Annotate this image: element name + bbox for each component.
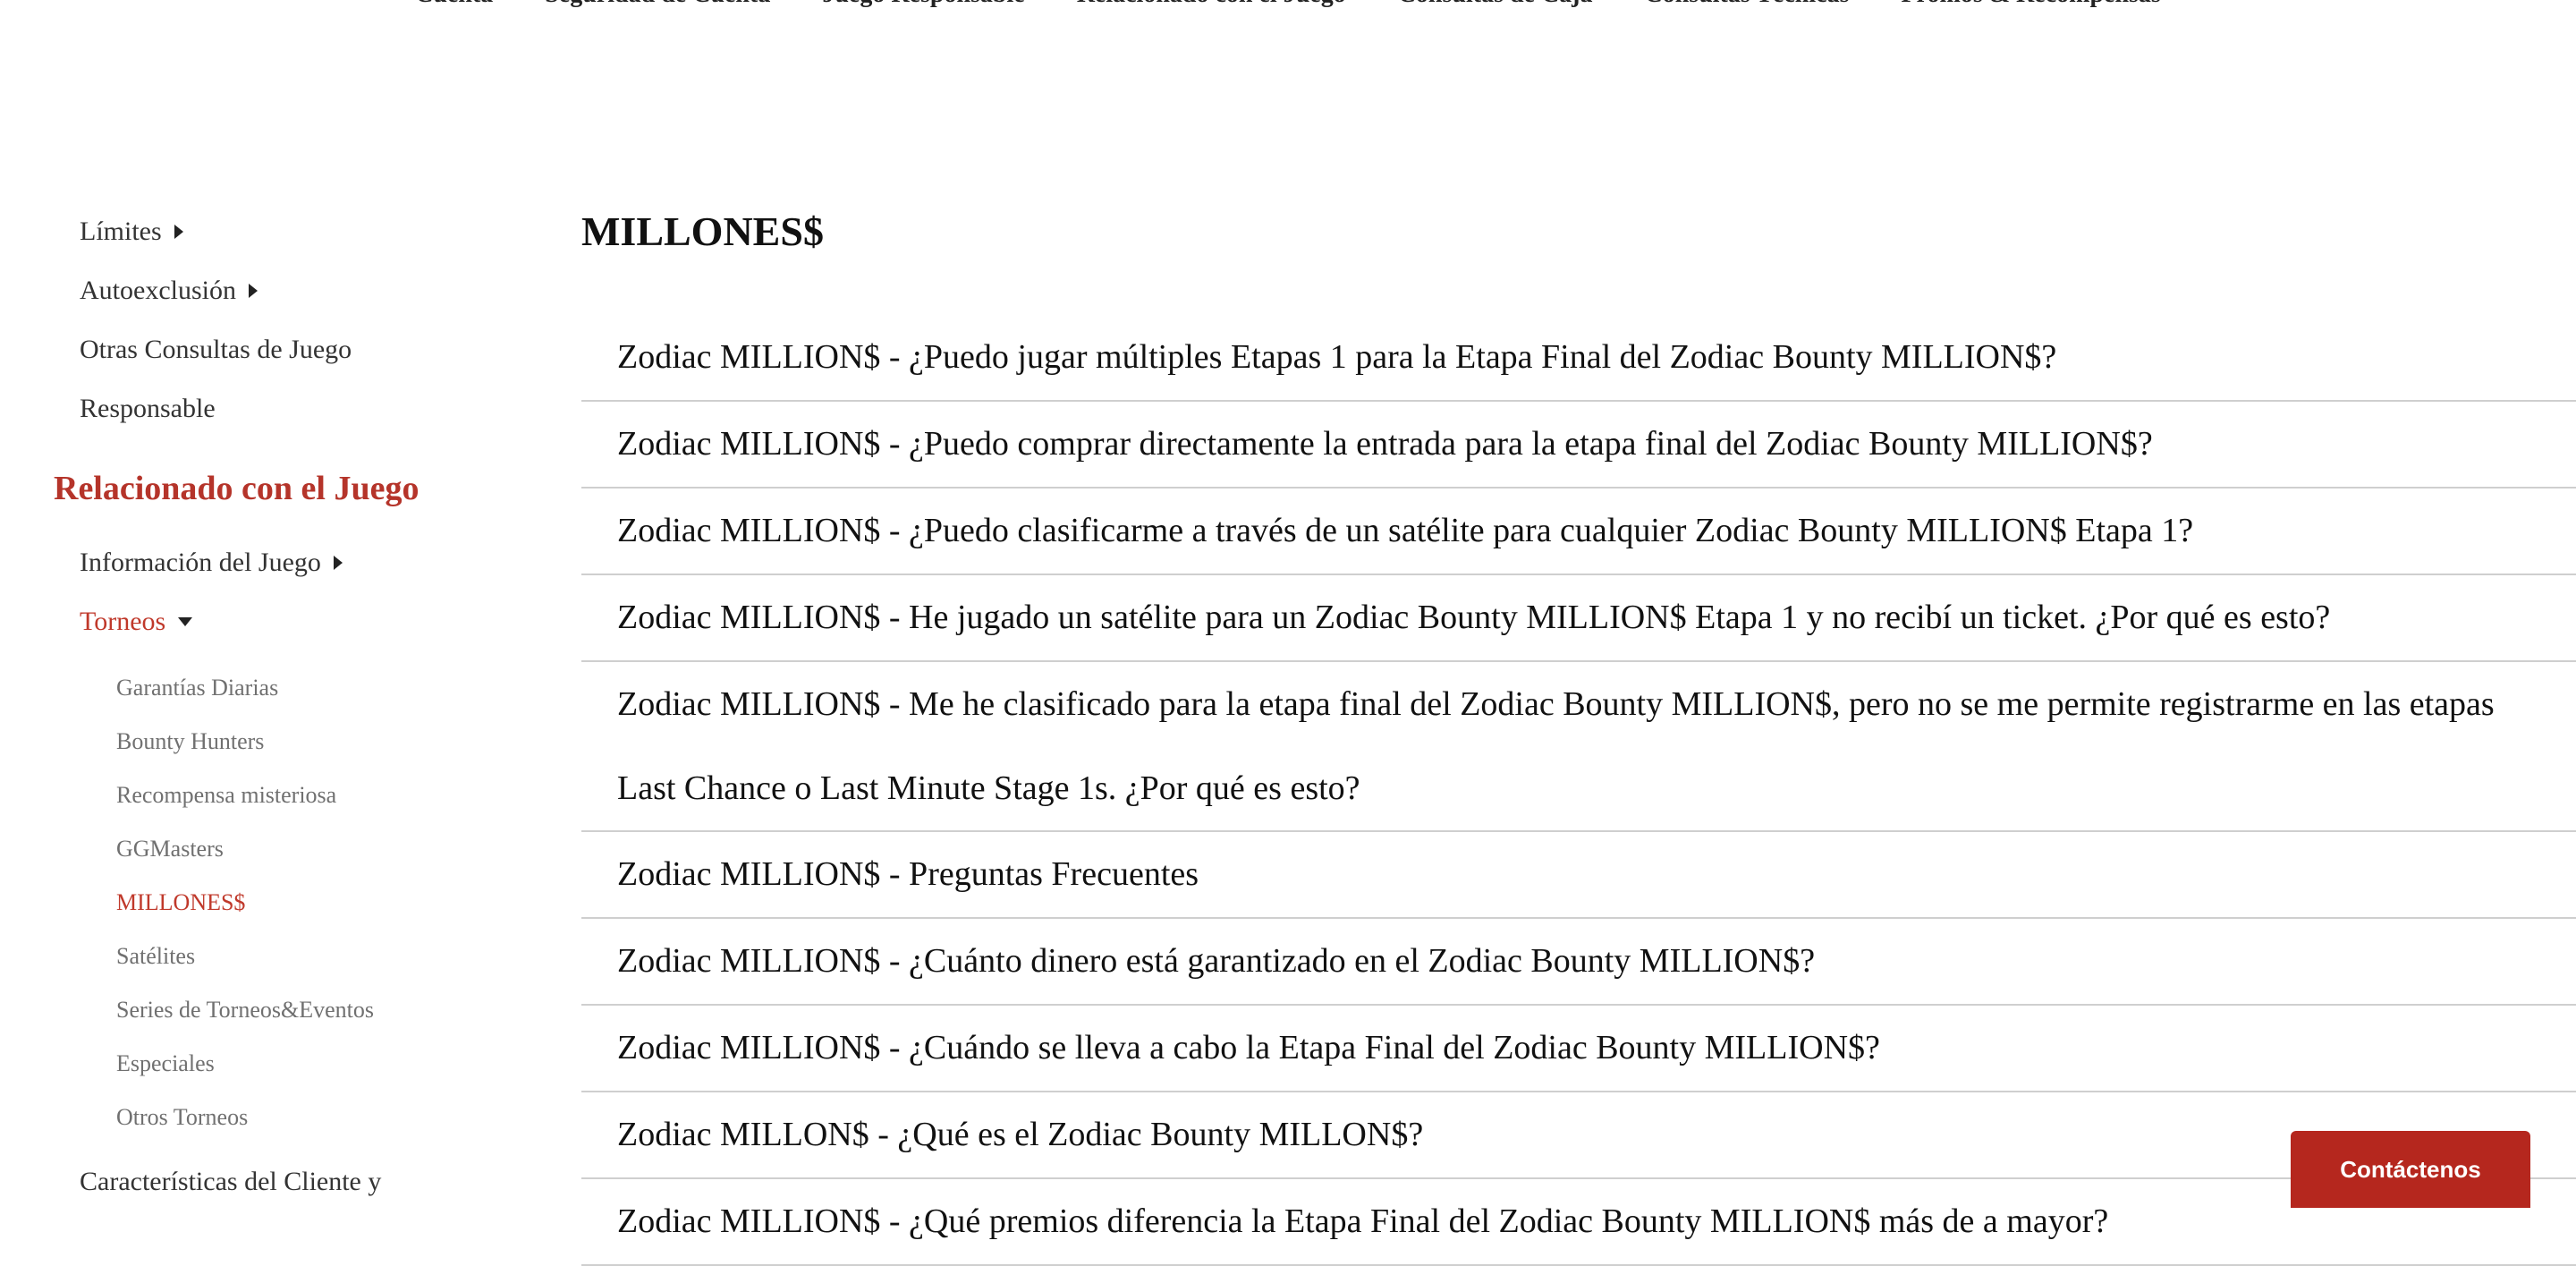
- sidebar-item-label: Límites: [80, 217, 162, 246]
- faq-item[interactable]: Zodiac MILLION$ - ¿Cuándo se lleva a cab…: [581, 1006, 2576, 1092]
- sidebar-item-autoexclusion[interactable]: Autoexclusión: [80, 276, 258, 306]
- page-title: MILLONES$: [581, 208, 824, 254]
- sidebar-item-label: Otras Consultas de Juego: [80, 335, 352, 364]
- faq-item[interactable]: Zodiac MILLION$ - Me he clasificado para…: [581, 662, 2576, 832]
- sidebar-subitem-especiales[interactable]: Especiales: [116, 1050, 215, 1077]
- main-content: MILLONES$ Zodiac MILLION$ - ¿Puedo jugar…: [581, 0, 2576, 1266]
- caret-right-icon: [333, 556, 343, 570]
- faq-item[interactable]: Zodiac MILLON$ - ¿Qué es el Zodiac Bount…: [581, 1092, 2576, 1179]
- sidebar-subitem-otros-torneos[interactable]: Otros Torneos: [116, 1104, 248, 1131]
- sidebar-subitem-millones[interactable]: MILLONES$: [116, 889, 245, 916]
- sidebar-section-heading[interactable]: Relacionado con el Juego: [54, 469, 419, 508]
- sidebar-subitem-satelites[interactable]: Satélites: [116, 943, 195, 970]
- sidebar-item-informacion-juego[interactable]: Información del Juego: [80, 548, 343, 578]
- sidebar-item-label: Responsable: [80, 394, 216, 423]
- faq-item[interactable]: Zodiac MILLION$ - ¿Puedo comprar directa…: [581, 402, 2576, 489]
- faq-item[interactable]: Zodiac MILLION$ - ¿Puedo clasificarme a …: [581, 489, 2576, 575]
- contact-button[interactable]: Contáctenos: [2291, 1131, 2530, 1208]
- sidebar-subitem-garantias[interactable]: Garantías Diarias: [116, 675, 278, 701]
- sidebar-item-label: Torneos: [80, 607, 166, 636]
- sidebar-item-torneos[interactable]: Torneos: [80, 607, 193, 637]
- caret-right-icon: [174, 225, 183, 239]
- caret-down-icon: [178, 617, 193, 626]
- sidebar-item-caracteristicas[interactable]: Características del Cliente y: [80, 1167, 381, 1197]
- faq-list: Zodiac MILLION$ - ¿Puedo jugar múltiples…: [581, 315, 2576, 1266]
- faq-item[interactable]: Zodiac MILLION$ - Preguntas Frecuentes: [581, 832, 2576, 919]
- sidebar-item-limites[interactable]: Límites: [80, 217, 183, 247]
- sidebar-item-label: Información del Juego: [80, 548, 321, 577]
- sidebar-item-label: Autoexclusión: [80, 276, 236, 305]
- faq-item[interactable]: Zodiac MILLION$ - ¿Qué premios diferenci…: [581, 1179, 2576, 1266]
- faq-item[interactable]: Zodiac MILLION$ - ¿Cuánto dinero está ga…: [581, 919, 2576, 1006]
- sidebar-subitem-ggmasters[interactable]: GGMasters: [116, 836, 224, 862]
- sidebar-subitem-bounty-hunters[interactable]: Bounty Hunters: [116, 728, 264, 755]
- faq-item[interactable]: Zodiac MILLION$ - ¿Puedo jugar múltiples…: [581, 315, 2576, 402]
- sidebar: Límites Autoexclusión Otras Consultas de…: [0, 0, 555, 1208]
- sidebar-subitem-series[interactable]: Series de Torneos&Eventos: [116, 997, 374, 1024]
- caret-right-icon: [248, 284, 258, 298]
- sidebar-item-label: Características del Cliente y: [80, 1167, 382, 1196]
- sidebar-item-responsable[interactable]: Responsable: [80, 394, 216, 424]
- faq-item[interactable]: Zodiac MILLION$ - He jugado un satélite …: [581, 575, 2576, 662]
- sidebar-subitem-recompensa[interactable]: Recompensa misteriosa: [116, 782, 336, 809]
- sidebar-item-otras-consultas[interactable]: Otras Consultas de Juego: [80, 335, 352, 365]
